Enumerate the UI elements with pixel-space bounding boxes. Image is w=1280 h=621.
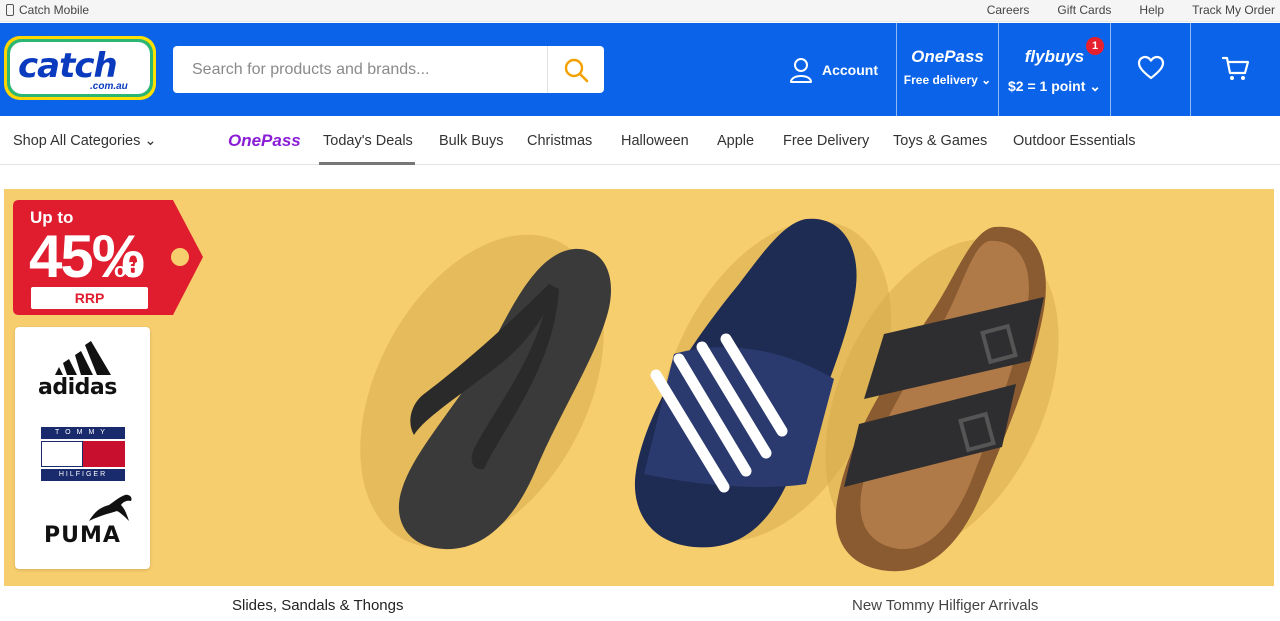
tommy-flag-white — [41, 441, 83, 467]
main-header: catch .com.au Account OnePass Free deliv… — [0, 23, 1280, 116]
catch-logo[interactable]: catch .com.au — [4, 36, 156, 100]
onepass-header-button[interactable]: OnePass Free delivery ⌄ — [896, 23, 998, 116]
nav-bulk-buys[interactable]: Bulk Buys — [439, 133, 503, 149]
tommy-bottom-text: HILFIGER — [41, 469, 125, 481]
heart-icon — [1137, 55, 1164, 80]
user-icon — [790, 58, 812, 83]
sale-tag-content: Up to 45% off RRP — [13, 200, 203, 315]
search-icon — [564, 58, 589, 82]
caption-tommy-arrivals[interactable]: New Tommy Hilfiger Arrivals — [852, 597, 1038, 614]
tag-hole — [171, 248, 189, 266]
nav-toys-games[interactable]: Toys & Games — [893, 133, 987, 149]
flybuys-header-button[interactable]: flybuys 1 $2 = 1 point ⌄ — [998, 23, 1110, 116]
tag-rrp: RRP — [31, 287, 148, 309]
onepass-title: OnePass — [911, 47, 984, 66]
wishlist-button[interactable] — [1110, 23, 1190, 116]
catch-mobile-link[interactable]: Catch Mobile — [6, 3, 89, 17]
cart-icon — [1221, 56, 1249, 80]
nav-onepass[interactable]: OnePass — [228, 131, 301, 151]
search-input[interactable] — [173, 46, 546, 93]
flybuys-sub: $2 = 1 point ⌄ — [1007, 78, 1102, 94]
cart-button[interactable] — [1190, 23, 1280, 116]
brand-adidas: adidas — [38, 375, 117, 400]
tag-off: off — [114, 260, 140, 282]
nav-todays-deals[interactable]: Today's Deals — [323, 133, 413, 149]
logo-text: catch — [18, 46, 118, 86]
caption-slides-sandals[interactable]: Slides, Sandals & Thongs — [232, 597, 404, 614]
catch-mobile-label: Catch Mobile — [19, 3, 90, 17]
track-order-link[interactable]: Track My Order — [1192, 3, 1275, 17]
help-link[interactable]: Help — [1139, 3, 1164, 17]
account-button[interactable]: Account — [789, 55, 878, 85]
brand-logos-card: adidas TOMMY HILFIGER PUMA — [15, 327, 150, 569]
phone-icon — [6, 4, 14, 16]
nav-apple[interactable]: Apple — [717, 133, 754, 149]
nav-christmas[interactable]: Christmas — [527, 133, 592, 149]
onepass-sub: Free delivery ⌄ — [903, 73, 992, 87]
banner-captions: Slides, Sandals & Thongs New Tommy Hilfi… — [0, 586, 1280, 621]
shop-all-categories[interactable]: Shop All Categories ⌄ — [13, 133, 157, 149]
tommy-top-text: TOMMY — [41, 427, 125, 439]
flip-flop-image — [360, 234, 611, 550]
adidas-logo-icon — [55, 341, 111, 375]
gift-cards-link[interactable]: Gift Cards — [1057, 3, 1111, 17]
utility-links: Careers Gift Cards Help Track My Order — [959, 3, 1275, 17]
puma-cat-icon — [89, 494, 132, 521]
search-bar — [173, 46, 604, 93]
brand-puma: PUMA — [44, 523, 121, 548]
search-button[interactable] — [547, 46, 604, 93]
hero-banner[interactable]: Up to 45% off RRP adidas TOMMY HILFIGER … — [4, 189, 1274, 586]
nav-outdoor-essentials[interactable]: Outdoor Essentials — [1013, 133, 1136, 149]
logo-sub: .com.au — [90, 81, 128, 92]
flybuys-badge: 1 — [1086, 37, 1104, 55]
category-nav: Shop All Categories ⌄ OnePass Today's De… — [0, 116, 1280, 165]
nav-free-delivery[interactable]: Free Delivery — [783, 133, 869, 149]
nav-active-indicator — [319, 162, 415, 165]
footwear-illustration — [360, 218, 1059, 572]
nav-halloween[interactable]: Halloween — [621, 133, 689, 149]
careers-link[interactable]: Careers — [987, 3, 1030, 17]
account-label: Account — [822, 62, 878, 78]
tommy-flag-red — [83, 441, 125, 467]
utility-bar: Catch Mobile Careers Gift Cards Help Tra… — [0, 0, 1280, 22]
